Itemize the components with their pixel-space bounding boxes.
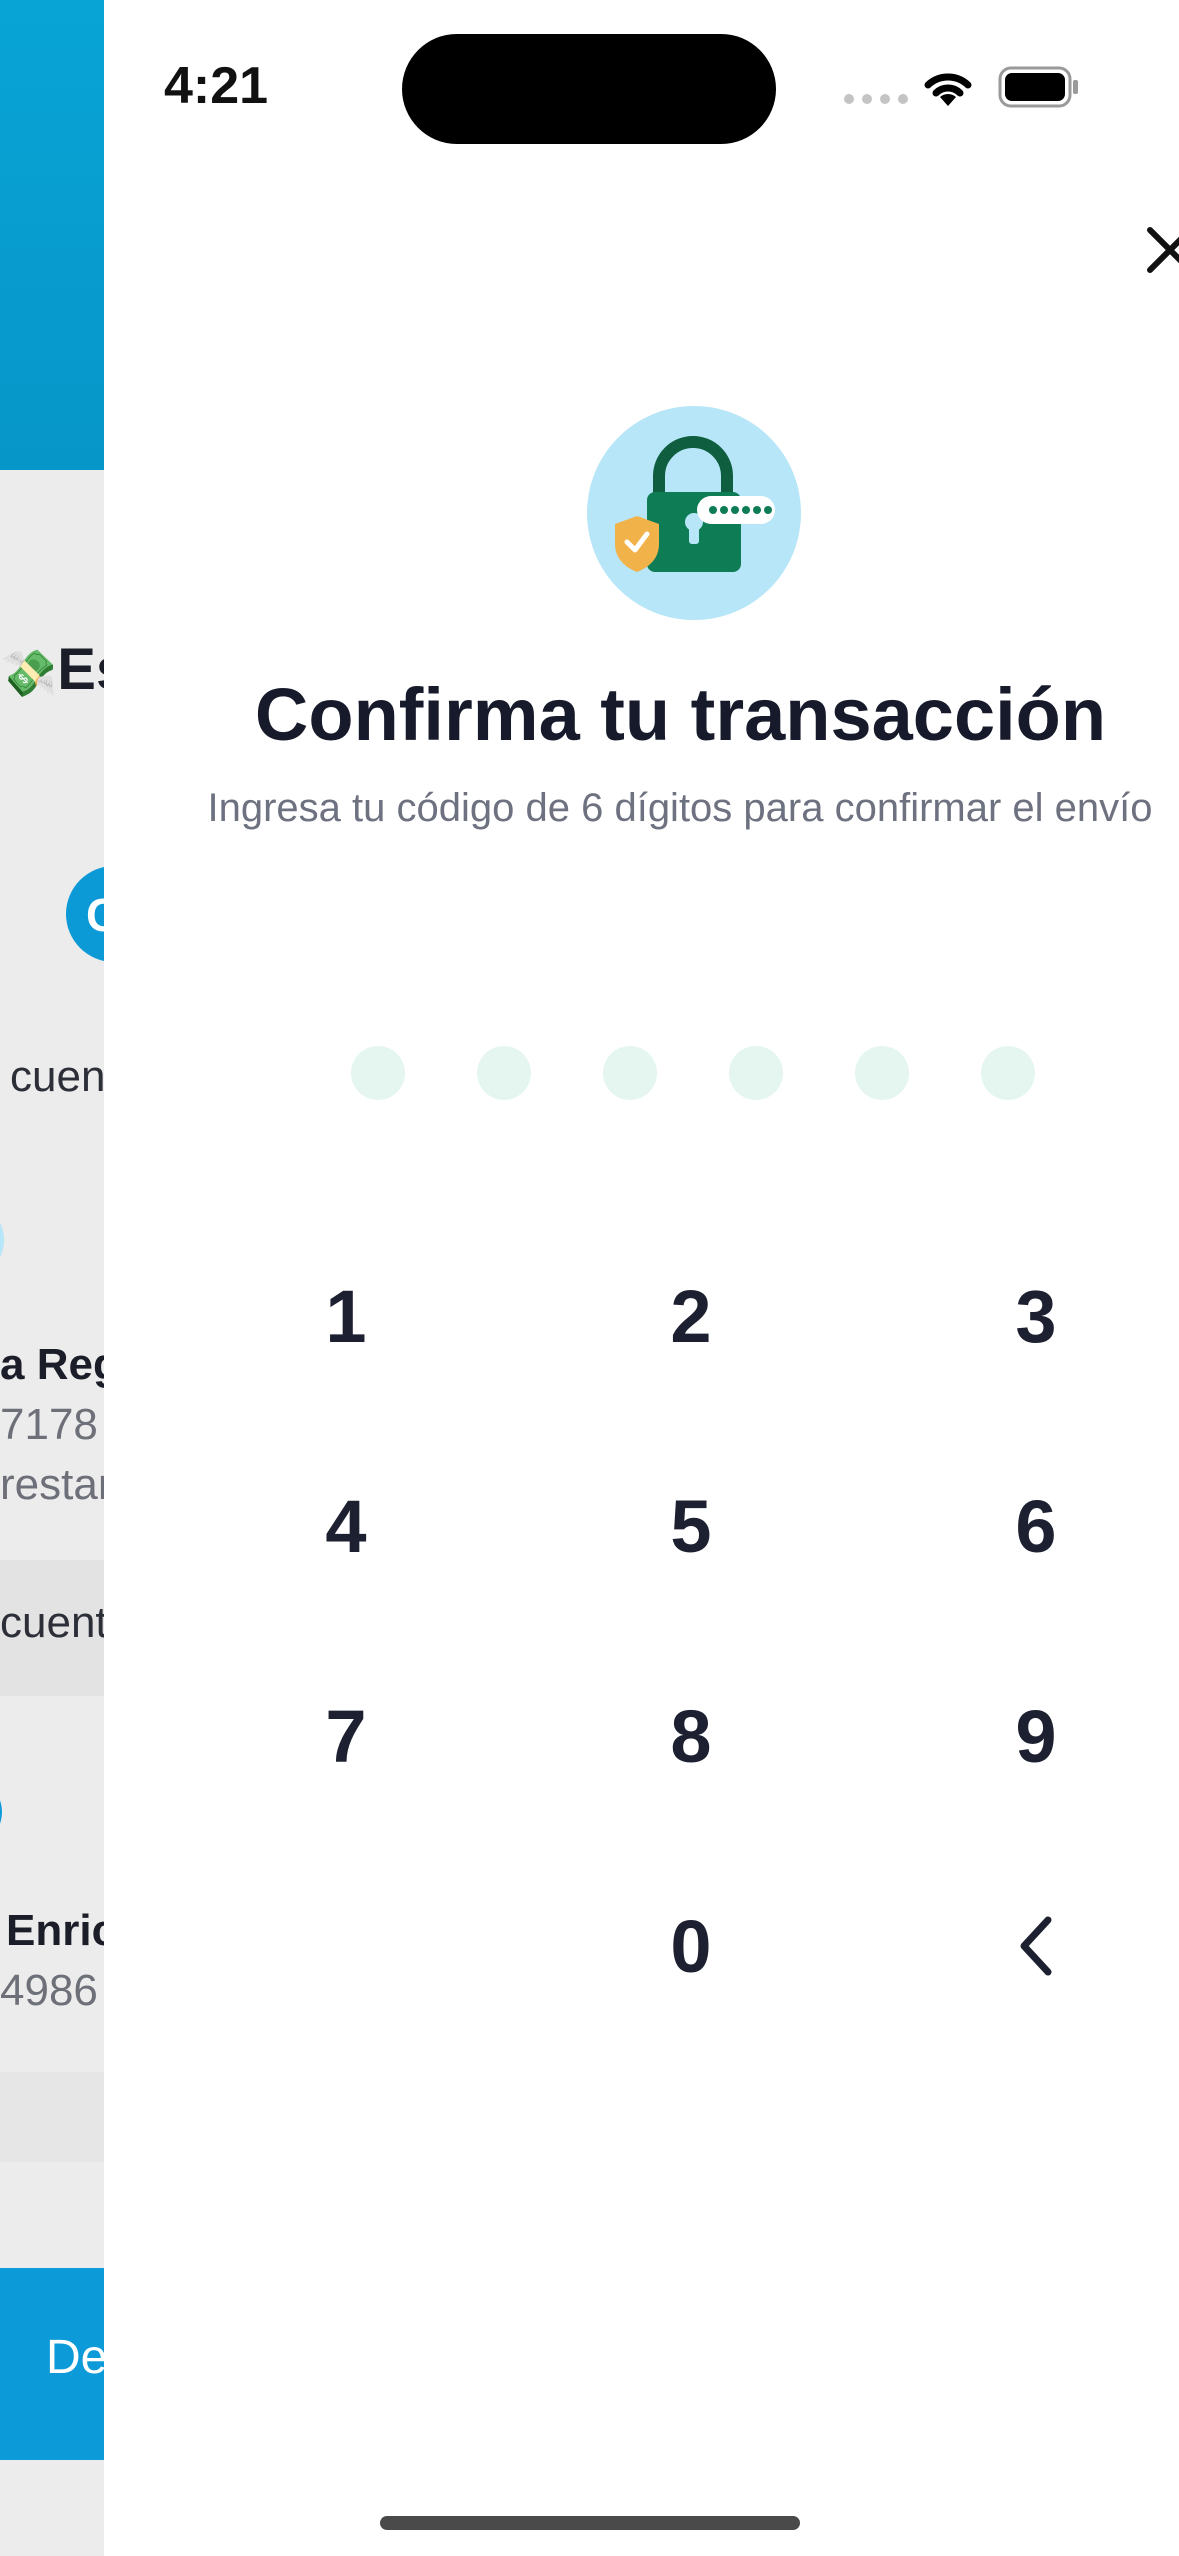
keypad-backspace-button[interactable] [936, 1866, 1136, 2026]
background-header [0, 0, 104, 470]
pin-dot [477, 1046, 531, 1100]
background-tab: C [66, 866, 104, 962]
background-avatar [0, 1210, 4, 1270]
keypad-key-4[interactable]: 4 [246, 1446, 446, 1606]
background-app: 💸Es C cuen a Reg 7178 restar cuent Enric… [0, 0, 104, 2556]
lock-shield-password-icon [587, 406, 801, 620]
background-avatar-2 [0, 1786, 2, 1838]
background-contact-number: 7178 [0, 1400, 98, 1449]
keypad-key-7[interactable]: 7 [246, 1656, 446, 1816]
page-subtitle: Ingresa tu código de 6 dígitos para conf… [207, 786, 1153, 830]
home-indicator [380, 2516, 800, 2530]
keypad-key-3[interactable]: 3 [936, 1236, 1136, 1396]
pin-dot [729, 1046, 783, 1100]
pin-dot [981, 1046, 1035, 1100]
pin-dot [351, 1046, 405, 1100]
background-contact2-name: Enric [6, 1906, 104, 1955]
keypad-key-8[interactable]: 8 [591, 1656, 791, 1816]
background-heading: 💸Es [0, 637, 104, 702]
pin-dot [603, 1046, 657, 1100]
pin-dot [855, 1046, 909, 1100]
keypad-key-6[interactable]: 6 [936, 1446, 1136, 1606]
keypad-key-1[interactable]: 1 [246, 1236, 446, 1396]
keypad-key-5[interactable]: 5 [591, 1446, 791, 1606]
keypad-key-9[interactable]: 9 [936, 1656, 1136, 1816]
background-section-label: cuen [10, 1052, 104, 1101]
dynamic-island [402, 34, 776, 144]
background-contact-name: a Reg [0, 1340, 104, 1389]
background-primary-button: De [0, 2268, 104, 2460]
wifi-icon [924, 73, 972, 106]
close-icon[interactable] [1140, 220, 1179, 280]
background-contact2-number: 4986 [0, 1966, 98, 2015]
status-time: 4:21 [164, 57, 269, 115]
page-title: Confirma tu transacción [254, 673, 1107, 756]
background-contact-extra: restar [0, 1460, 104, 1509]
keypad-key-0[interactable]: 0 [591, 1866, 791, 2026]
background-divider [0, 2072, 104, 2162]
battery-icon [998, 66, 1078, 108]
chevron-left-icon [1020, 1916, 1052, 1976]
background-section-row: cuent [0, 1560, 104, 1696]
keypad-key-2[interactable]: 2 [591, 1236, 791, 1396]
cellular-signal-icon [844, 94, 908, 104]
